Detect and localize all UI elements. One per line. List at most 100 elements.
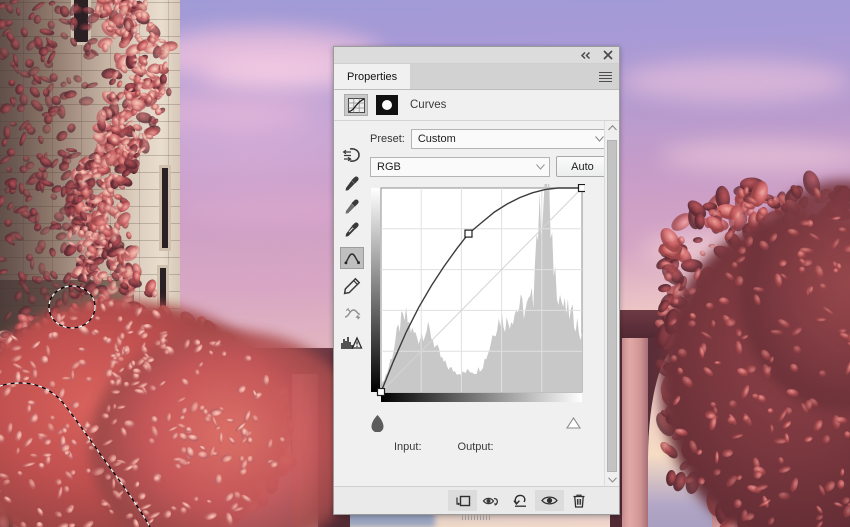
leaf <box>208 350 214 356</box>
panel-titlebar[interactable] <box>334 47 619 64</box>
leaf <box>687 286 696 295</box>
view-previous-state-button[interactable] <box>477 490 506 511</box>
scrollbar-thumb[interactable] <box>607 140 617 472</box>
leaf <box>813 187 821 199</box>
leaf <box>100 303 106 313</box>
clip-to-layer-icon <box>456 495 471 506</box>
channel-row[interactable]: RGB Auto <box>370 156 619 177</box>
close-panel-button[interactable] <box>601 49 614 61</box>
leaf <box>70 439 78 447</box>
curves-graph[interactable] <box>370 156 619 432</box>
smooth-curve-tool-button[interactable] <box>341 303 363 323</box>
leaf <box>125 145 131 152</box>
leaf <box>68 522 76 527</box>
leaf <box>106 404 111 413</box>
targeted-adjustment-tool-button[interactable] <box>341 145 363 165</box>
double-chevron-left-icon <box>580 51 591 59</box>
leaf <box>42 452 52 457</box>
leaf <box>109 280 117 291</box>
leaf <box>102 439 113 446</box>
curves-adjustment-icon[interactable] <box>344 94 368 116</box>
leaf <box>128 75 137 81</box>
leaf <box>14 430 22 442</box>
leaf <box>714 361 722 365</box>
leaf <box>126 289 136 298</box>
preset-label: Preset: <box>370 133 405 145</box>
page-title: Curves <box>410 99 447 111</box>
scroll-down-button[interactable] <box>605 473 619 486</box>
preset-select[interactable]: Custom <box>410 129 609 149</box>
reset-adjustment-button[interactable] <box>506 490 535 511</box>
eyedropper-icon <box>345 199 359 214</box>
delete-adjustment-button[interactable] <box>564 490 593 511</box>
leaf <box>0 488 1 494</box>
leaf <box>822 434 830 444</box>
tab-properties[interactable]: Properties <box>334 64 411 89</box>
leaf <box>736 256 746 263</box>
white-point-eyedropper-button[interactable] <box>341 220 363 240</box>
leaf <box>94 3 100 15</box>
black-point-eyedropper-button[interactable] <box>341 174 363 194</box>
leaf <box>48 380 56 389</box>
leaf <box>193 496 199 502</box>
input-level-sliders[interactable] <box>370 414 585 432</box>
adjustment-header: Curves <box>334 90 619 121</box>
panel-scrollbar[interactable] <box>604 121 619 486</box>
leaf <box>677 236 685 245</box>
leaf <box>677 348 688 358</box>
curves-tool-column[interactable] <box>334 121 370 486</box>
pencil-draw-tool-button[interactable] <box>341 276 363 296</box>
collapse-panel-button[interactable] <box>579 49 592 61</box>
curves-graph-svg[interactable] <box>370 156 587 412</box>
leaf <box>262 374 270 387</box>
leaf <box>134 481 140 488</box>
clip-to-layer-button[interactable] <box>448 490 477 511</box>
leaf <box>139 63 146 71</box>
panel-menu-button[interactable] <box>599 71 612 82</box>
curve-control-point[interactable] <box>464 229 473 238</box>
curves-grid-icon <box>347 97 365 113</box>
leaf <box>101 10 107 17</box>
leaf <box>85 468 91 474</box>
properties-panel[interactable]: Properties Curves Preset: Custom RGB Aut… <box>333 46 620 520</box>
tabbar-spacer <box>410 64 619 89</box>
leaf <box>163 510 172 519</box>
layer-mask-thumbnail[interactable] <box>376 95 398 115</box>
leaf <box>729 400 738 408</box>
leaf <box>809 233 821 241</box>
scroll-up-button[interactable] <box>605 121 619 134</box>
preset-row[interactable]: Preset: Custom <box>370 129 619 149</box>
leaf <box>845 361 850 375</box>
channel-select[interactable]: RGB <box>370 156 550 177</box>
white-point-slider[interactable] <box>565 416 582 429</box>
panel-resize-grip[interactable] <box>461 515 492 520</box>
leaf <box>236 384 246 394</box>
leaf <box>118 367 125 373</box>
clipping-warning-tool-button[interactable] <box>341 332 363 352</box>
leaf <box>101 413 109 419</box>
leaf <box>125 513 134 520</box>
panel-tabbar[interactable]: Properties <box>334 64 619 90</box>
curves-content: Preset: Custom RGB Auto Input: Output: <box>370 121 619 486</box>
output-readout: Output: <box>457 441 494 453</box>
leaf <box>97 271 108 279</box>
leaf <box>3 496 12 503</box>
leaf <box>220 454 232 463</box>
curve-readout-row: Input: Output: <box>370 441 619 453</box>
leaf <box>708 243 715 248</box>
black-point-slider[interactable] <box>371 415 384 432</box>
panel-bottom-toolbar[interactable] <box>334 486 619 514</box>
leaf <box>120 427 127 437</box>
auto-button[interactable]: Auto <box>556 156 609 177</box>
leaf <box>786 389 799 397</box>
input-readout: Input: <box>394 441 422 453</box>
curve-control-point[interactable] <box>376 387 386 397</box>
curve-point-tool-button[interactable] <box>340 247 364 269</box>
leaf <box>142 510 150 516</box>
toggle-layer-visibility-button[interactable] <box>535 490 564 511</box>
scrollbar-track[interactable] <box>605 134 619 473</box>
curve-control-point[interactable] <box>577 183 587 193</box>
leaf <box>72 225 79 231</box>
gray-point-eyedropper-button[interactable] <box>341 197 363 217</box>
leaf <box>122 258 126 269</box>
